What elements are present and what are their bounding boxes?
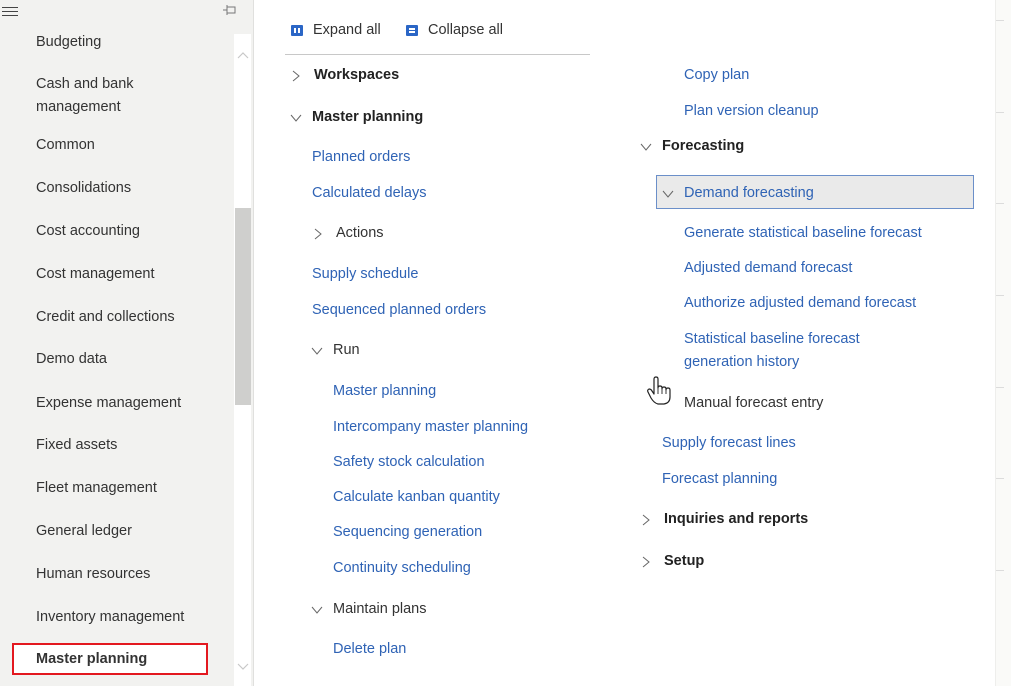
tree-label: Maintain plans [333, 601, 427, 617]
tree-label: Actions [336, 225, 384, 241]
link-planned-orders[interactable]: Planned orders [312, 146, 410, 168]
link-copy-plan[interactable]: Copy plan [684, 64, 749, 86]
link-generate-statistical-baseline-forecast[interactable]: Generate statistical baseline forecast [684, 222, 922, 244]
tree-group-inquiries-and-reports[interactable]: Inquiries and reports [642, 508, 808, 530]
sidebar-item-label: Cash and bank [36, 76, 134, 92]
tree-group-master-planning[interactable]: Master planning [290, 106, 423, 128]
link-forecast-planning[interactable]: Forecast planning [662, 468, 777, 490]
chevron-down-icon [311, 598, 323, 620]
edge-tick [996, 570, 1004, 571]
chevron-right-icon [642, 550, 654, 572]
scrollbar-thumb[interactable] [235, 208, 251, 405]
link-label-line: Statistical baseline forecast [684, 331, 860, 347]
navigation-pane: Budgeting Cash and bank management Commo… [0, 0, 254, 686]
expand-all-icon [291, 24, 303, 36]
tree-label: Workspaces [314, 67, 400, 83]
tree-label: Inquiries and reports [664, 511, 809, 527]
tree-label: Demand forecasting [684, 185, 814, 201]
sidebar-item-cost-accounting[interactable]: Cost accounting [36, 220, 140, 243]
sidebar-item-consolidations[interactable]: Consolidations [36, 177, 131, 200]
sidebar-item-fleet-management[interactable]: Fleet management [36, 477, 157, 500]
sidebar-item-demo-data[interactable]: Demo data [36, 348, 107, 371]
tree-label: Setup [664, 553, 705, 569]
link-authorize-adjusted-demand-forecast[interactable]: Authorize adjusted demand forecast [684, 292, 916, 314]
edge-tick [996, 478, 1004, 479]
pin-icon[interactable] [222, 4, 238, 16]
scroll-down-icon[interactable] [237, 662, 249, 672]
chevron-down-icon [662, 182, 674, 204]
edge-tick [996, 387, 1004, 388]
link-calculated-delays[interactable]: Calculated delays [312, 182, 426, 204]
sidebar-item-expense-management[interactable]: Expense management [36, 392, 181, 415]
link-intercompany-master-planning[interactable]: Intercompany master planning [333, 416, 528, 438]
link-plan-version-cleanup[interactable]: Plan version cleanup [684, 100, 819, 122]
tree-label: Forecasting [662, 138, 745, 154]
collapse-all-button[interactable]: Collapse all [406, 20, 503, 40]
link-sequencing-generation[interactable]: Sequencing generation [333, 521, 482, 543]
sidebar-item-credit-and-collections[interactable]: Credit and collections [36, 306, 175, 329]
sidebar-item-inventory-management[interactable]: Inventory management [36, 606, 184, 629]
hamburger-icon[interactable] [2, 4, 18, 20]
expand-all-label: Expand all [313, 22, 381, 38]
link-adjusted-demand-forecast[interactable]: Adjusted demand forecast [684, 257, 852, 279]
chevron-right-icon [292, 64, 304, 86]
tree-group-run[interactable]: Run [311, 339, 360, 361]
chevron-down-icon [290, 106, 302, 128]
chevron-right-icon [642, 508, 654, 530]
collapse-all-icon [406, 24, 418, 36]
sidebar-item-fixed-assets[interactable]: Fixed assets [36, 434, 117, 457]
sidebar-item-budgeting[interactable]: Budgeting [36, 31, 101, 54]
toolbar-divider [285, 54, 590, 55]
link-safety-stock-calculation[interactable]: Safety stock calculation [333, 451, 485, 473]
link-label-line: generation history [684, 354, 800, 370]
link-run-master-planning[interactable]: Master planning [333, 380, 436, 402]
chevron-right-icon [314, 222, 326, 244]
link-supply-schedule[interactable]: Supply schedule [312, 263, 418, 285]
sidebar-item-cost-management[interactable]: Cost management [36, 263, 154, 286]
link-statistical-baseline-forecast-generation-history[interactable]: Statistical baseline forecast generation… [684, 328, 860, 374]
tree-group-actions[interactable]: Actions [314, 222, 384, 244]
sidebar-item-cash-and-bank-management[interactable]: Cash and bank management [36, 73, 134, 119]
link-continuity-scheduling[interactable]: Continuity scheduling [333, 557, 471, 579]
scroll-up-icon[interactable] [237, 50, 249, 60]
edge-tick [996, 112, 1004, 113]
sidebar-item-common[interactable]: Common [36, 134, 95, 157]
link-sequenced-planned-orders[interactable]: Sequenced planned orders [312, 299, 486, 321]
collapse-all-label: Collapse all [428, 22, 503, 38]
tree-group-forecasting[interactable]: Forecasting [640, 135, 744, 157]
chevron-down-icon [640, 135, 652, 157]
link-manual-forecast-entry[interactable]: Manual forecast entry [684, 392, 823, 414]
edge-tick [996, 295, 1004, 296]
background-panel-edge [995, 0, 1011, 686]
chevron-down-icon [311, 339, 323, 361]
tree-group-setup[interactable]: Setup [642, 550, 704, 572]
hand-pointer-cursor-icon [647, 376, 671, 405]
tree-label: Run [333, 342, 360, 358]
tree-group-workspaces[interactable]: Workspaces [292, 64, 399, 86]
sidebar-item-general-ledger[interactable]: General ledger [36, 520, 132, 543]
tree-group-demand-forecasting[interactable]: Demand forecasting [662, 182, 814, 204]
sidebar-item-master-planning[interactable]: Master planning [12, 643, 208, 675]
edge-tick [996, 20, 1004, 21]
link-delete-plan[interactable]: Delete plan [333, 638, 406, 660]
tree-label: Master planning [312, 109, 424, 125]
expand-all-button[interactable]: Expand all [291, 20, 381, 40]
link-calculate-kanban-quantity[interactable]: Calculate kanban quantity [333, 486, 500, 508]
edge-tick [996, 203, 1004, 204]
tree-group-maintain-plans[interactable]: Maintain plans [311, 598, 427, 620]
link-supply-forecast-lines[interactable]: Supply forecast lines [662, 432, 796, 454]
sidebar-item-label: management [36, 99, 121, 115]
sidebar-item-human-resources[interactable]: Human resources [36, 563, 150, 586]
